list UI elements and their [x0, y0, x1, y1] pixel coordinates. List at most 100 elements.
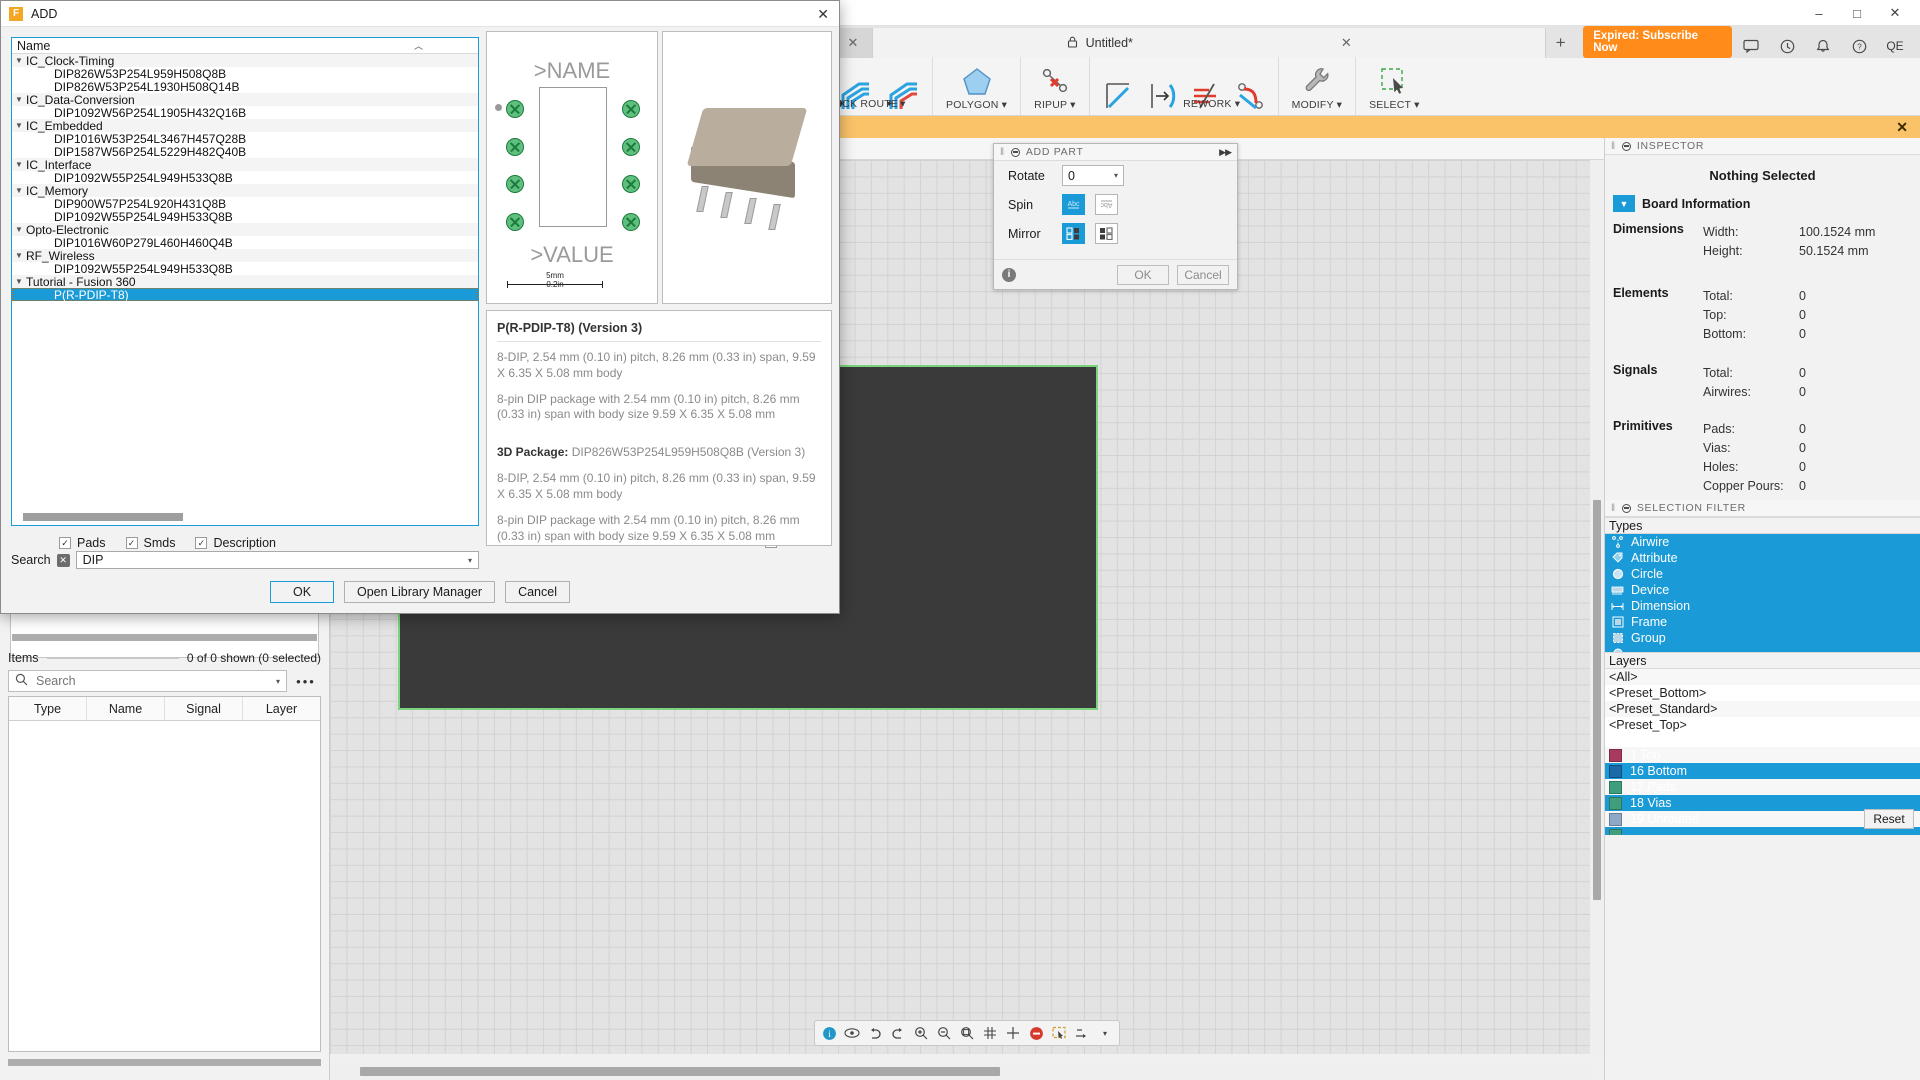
chevron-down-icon[interactable]: ▼ — [12, 277, 26, 286]
tree-leaf-row[interactable]: DIP1092W55P254L949H533Q8B — [12, 262, 478, 276]
rework-tool-1[interactable] — [1096, 77, 1140, 115]
ripup-tool[interactable]: RIPUP ▾ — [1027, 62, 1083, 115]
minimize-icon[interactable]: – — [1810, 4, 1828, 22]
column-layer[interactable]: Layer — [243, 697, 320, 720]
help-icon[interactable]: ? — [1850, 37, 1868, 55]
mirror-normal-button[interactable] — [1062, 223, 1085, 244]
subscribe-badge[interactable]: Expired: Subscribe Now — [1583, 26, 1732, 58]
info-icon[interactable]: i — [819, 1023, 839, 1043]
chevron-down-icon[interactable]: ▼ — [12, 95, 26, 104]
tree-leaf-row[interactable]: DIP1016W53P254L3467H457Q28B — [12, 132, 478, 146]
warning-close-icon[interactable]: ✕ — [1896, 119, 1908, 136]
tree-leaf-row[interactable]: DIP1016W60P279L460H460Q4B — [12, 236, 478, 250]
rotate-select[interactable]: 0 ▾ — [1062, 165, 1124, 186]
library-tree[interactable]: Name ︿ ▼ IC_Clock-Timing DIP826W53P254L959… — [11, 37, 479, 526]
reset-button[interactable]: Reset — [1864, 809, 1914, 829]
layer-preset-item[interactable]: <All> — [1605, 669, 1920, 685]
mirror-flipped-button[interactable] — [1095, 223, 1118, 244]
expand-icon[interactable]: ▶▶ — [1219, 147, 1232, 158]
tree-column-name[interactable]: Name ︿ — [12, 38, 478, 54]
tree-leaf-row[interactable]: DIP1092W55P254L949H533Q8B — [12, 210, 478, 224]
layer-item-top[interactable]: 1 Top — [1605, 747, 1920, 763]
checkbox[interactable]: ✓ — [195, 537, 208, 549]
tree-group-row[interactable]: ▼ RF_Wireless — [12, 249, 478, 263]
tree-group-row[interactable]: ▼ IC_Data-Conversion — [12, 93, 478, 107]
panel-grip-icon[interactable]: ‖ — [1611, 503, 1616, 514]
collapse-icon[interactable] — [1010, 147, 1020, 157]
zoom-fit-icon[interactable] — [957, 1023, 977, 1043]
search-input[interactable]: DIP ▾ — [75, 551, 479, 569]
tree-leaf-row[interactable]: DIP1092W56P254L1905H432Q16B — [12, 106, 478, 120]
checkbox[interactable]: ✓ — [125, 537, 138, 549]
tree-leaf-row[interactable]: DIP826W53P254L1930H508Q14B — [12, 80, 478, 94]
layer-preset-item[interactable]: <Preset_Top> — [1605, 717, 1920, 733]
bell-icon[interactable] — [1814, 37, 1832, 55]
tree-hscrollbar[interactable] — [13, 511, 477, 524]
panel-grip-icon[interactable]: ‖ — [1000, 147, 1005, 158]
undo-icon[interactable] — [865, 1023, 885, 1043]
toolbar-group-select[interactable]: SELECT ▾ — [1356, 57, 1432, 115]
spin-normal-button[interactable]: Abc — [1062, 194, 1085, 215]
toolbar-group-polygon[interactable]: POLYGON ▾ — [933, 57, 1022, 115]
clear-search-icon[interactable]: ✕ — [56, 553, 70, 567]
collapse-icon[interactable] — [1621, 141, 1631, 151]
tree-group-row[interactable]: ▼ IC_Interface — [12, 158, 478, 172]
account-avatar[interactable]: QE — [1886, 37, 1904, 55]
scrollbar-thumb[interactable] — [360, 1067, 1000, 1076]
layer-item-pads[interactable]: 17 Pads — [1605, 779, 1920, 795]
crosshair-icon[interactable] — [1003, 1023, 1023, 1043]
tree-leaf-row[interactable]: DIP1587W56P254L5229H482Q40B — [12, 145, 478, 159]
zoom-in-icon[interactable] — [911, 1023, 931, 1043]
tree-leaf-row[interactable]: DIP900W57P254L920H431Q8B — [12, 197, 478, 211]
type-device[interactable]: Device — [1605, 582, 1920, 598]
items-more-button[interactable]: ••• — [293, 670, 319, 692]
tree-group-row[interactable]: ▼ IC_Embedded — [12, 119, 478, 133]
new-tab-button[interactable]: + — [1546, 28, 1575, 58]
chevron-up-icon[interactable]: ︿ — [414, 39, 423, 52]
column-name[interactable]: Name — [87, 697, 165, 720]
items-search-field[interactable] — [34, 673, 270, 689]
canvas-hscrollbar[interactable] — [330, 1062, 1590, 1080]
close-icon[interactable]: ✕ — [1886, 4, 1904, 22]
layer-preset-item[interactable]: <Preset_Standard> — [1605, 701, 1920, 717]
chevron-down-icon[interactable]: ▼ — [1613, 195, 1635, 212]
items-search-input[interactable]: ▾ — [8, 670, 287, 692]
polygon-tool[interactable]: POLYGON ▾ — [939, 62, 1014, 115]
chevron-down-icon[interactable]: ▾ — [276, 677, 280, 686]
type-dimension[interactable]: Dimension — [1605, 598, 1920, 614]
tree-leaf-row[interactable]: P(R-PDIP-T8) — [12, 288, 478, 302]
grid-icon[interactable] — [980, 1023, 1000, 1043]
type-airwire[interactable]: Airwire — [1605, 534, 1920, 550]
tab-close-icon[interactable]: ✕ — [1341, 35, 1352, 51]
select-tool[interactable]: SELECT ▾ — [1362, 62, 1426, 115]
chevron-down-icon[interactable]: ▼ — [12, 56, 26, 65]
chevron-down-icon[interactable]: ▾ — [1095, 1023, 1115, 1043]
redo-icon[interactable] — [888, 1023, 908, 1043]
tab-untitled[interactable]: Untitled* ✕ — [873, 28, 1546, 58]
toolbar-group-ripup[interactable]: RIPUP ▾ — [1021, 57, 1090, 115]
chevron-down-icon[interactable]: ▼ — [12, 251, 26, 260]
canvas-vscrollbar[interactable] — [1590, 160, 1604, 1054]
zoom-out-icon[interactable] — [934, 1023, 954, 1043]
toolbar-group-rework[interactable]: REWORK ▾ — [1090, 57, 1279, 115]
type-circle[interactable]: Circle — [1605, 566, 1920, 582]
layer-presets-list[interactable]: <All> <Preset_Bottom> <Preset_Standard> … — [1605, 669, 1920, 735]
left-panel-hscrollbar[interactable] — [12, 634, 317, 641]
layer-preset-item[interactable]: <Preset_Bottom> — [1605, 685, 1920, 701]
type-frame[interactable]: Frame — [1605, 614, 1920, 630]
chevron-down-icon[interactable]: ▼ — [12, 186, 26, 195]
time-icon[interactable] — [1778, 37, 1796, 55]
visibility-icon[interactable] — [842, 1023, 862, 1043]
stop-icon[interactable] — [1026, 1023, 1046, 1043]
collapse-icon[interactable] — [1621, 503, 1631, 513]
chevron-down-icon[interactable]: ▼ — [12, 160, 26, 169]
panel-grip-icon[interactable]: ‖ — [1611, 141, 1616, 152]
filter-pads[interactable]: ✓ Pads — [59, 536, 106, 550]
tree-leaf-row[interactable]: DIP826W53P254L959H508Q8B — [12, 67, 478, 81]
add-part-cancel-button[interactable]: Cancel — [1177, 264, 1229, 285]
tree-group-row[interactable]: ▼ Opto-Electronic — [12, 223, 478, 237]
dialog-cancel-button[interactable]: Cancel — [505, 581, 570, 603]
chevron-down-icon[interactable]: ▼ — [12, 225, 26, 234]
add-part-ok-button[interactable]: OK — [1117, 264, 1169, 285]
footprint-preview[interactable]: >NAME >VALUE 5mm 0.2in — [486, 31, 658, 304]
